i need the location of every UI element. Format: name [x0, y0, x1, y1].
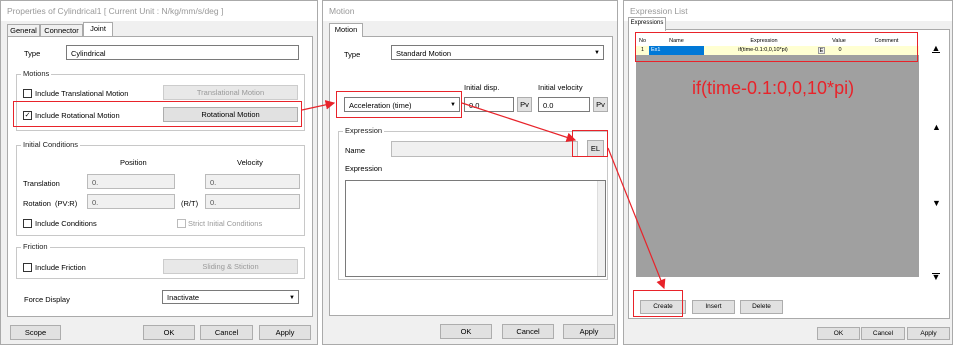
- tab-joint[interactable]: Joint: [83, 22, 113, 36]
- tab-expressions[interactable]: Expressions: [628, 17, 666, 31]
- tab-motion[interactable]: Motion: [329, 23, 363, 37]
- annotation-arrows: [301, 100, 666, 290]
- arrow-to-el: [461, 102, 577, 142]
- arrow-to-create: [607, 147, 666, 290]
- arrow-to-motion: [301, 100, 336, 111]
